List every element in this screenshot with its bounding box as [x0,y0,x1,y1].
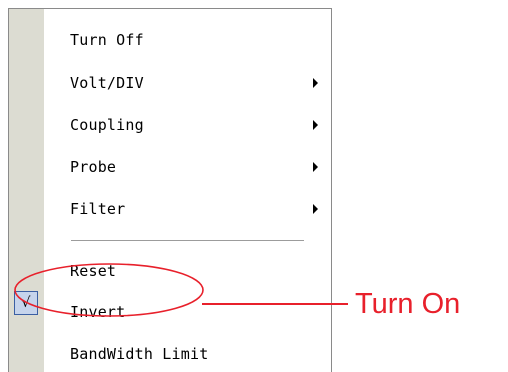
menu-item-label: Volt/DIV [70,74,144,92]
highlight-ellipse [14,263,204,317]
menu-item-coupling[interactable]: Coupling [45,105,332,145]
menu-item-probe[interactable]: Probe [45,147,332,187]
submenu-arrow-icon [313,120,318,130]
callout-label: Turn On [355,288,461,320]
menu-item-volt-div[interactable]: Volt/DIV [45,63,332,103]
menu-separator [71,240,304,241]
submenu-arrow-icon [313,204,318,214]
menu-item-label: Coupling [70,116,144,134]
menu-item-label: Probe [70,158,117,176]
menu-item-turn-off[interactable]: Turn Off [45,20,332,60]
submenu-arrow-icon [313,78,318,88]
submenu-arrow-icon [313,162,318,172]
menu-item-bandwidth-limit[interactable]: BandWidth Limit [45,334,332,372]
menu-item-label: Turn Off [70,31,144,49]
menu-item-label: Filter [70,200,126,218]
menu-item-label: BandWidth Limit [70,345,209,363]
menu-item-filter[interactable]: Filter [45,189,332,229]
screenshot-stage: Turn Off Volt/DIV Coupling Probe Filter … [0,0,508,372]
callout-leader-line [202,303,348,305]
